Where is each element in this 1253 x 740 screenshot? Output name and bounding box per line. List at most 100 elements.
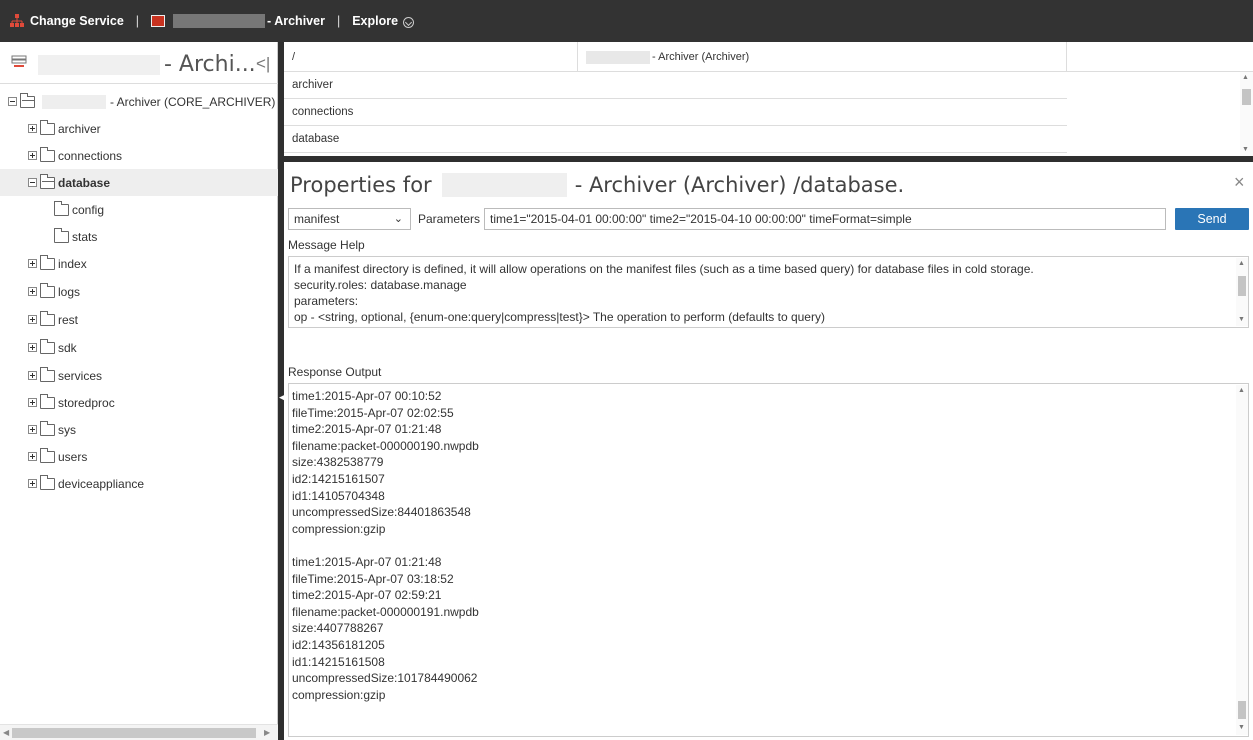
tree-item-services[interactable]: services <box>0 362 278 389</box>
expand-icon[interactable] <box>28 343 37 352</box>
chevron-down-icon[interactable]: ⌄ <box>394 212 403 225</box>
scrollbar-thumb[interactable] <box>1242 89 1251 105</box>
folder-icon <box>40 474 55 490</box>
tree-item-connections[interactable]: connections <box>0 142 278 169</box>
tree-item-users[interactable]: users <box>0 443 278 470</box>
change-service-button[interactable]: Change Service <box>30 14 124 28</box>
explore-menu[interactable]: Explore <box>352 14 398 28</box>
response-line: uncompressedSize:101784490062 <box>292 671 478 686</box>
tree-item-label: archiver <box>58 121 101 136</box>
response-output-box[interactable]: time1:2015-Apr-07 00:10:52 fileTime:2015… <box>288 383 1249 737</box>
tree-item-database[interactable]: database <box>0 169 278 196</box>
response-line: id1:14215161508 <box>292 654 385 669</box>
parameters-value: time1="2015-04-01 00:00:00" time2="2015-… <box>490 212 912 226</box>
tree-item-label: deviceappliance <box>58 476 145 491</box>
response-scrollbar[interactable]: ▲ ▼ <box>1236 385 1248 735</box>
folder-icon <box>40 447 55 463</box>
response-line: time2:2015-Apr-07 01:21:48 <box>292 422 442 437</box>
expand-icon[interactable] <box>28 315 37 324</box>
service-name[interactable]: - Archiver <box>267 14 325 28</box>
expand-icon[interactable] <box>28 398 37 407</box>
tree-item-label: services <box>58 368 103 383</box>
tree-root-label: - Archiver (CORE_ARCHIVER) <box>110 94 276 109</box>
node-list-panel: / - Archiver (Archiver) archiver connect… <box>284 42 1253 158</box>
response-line: filename:packet-000000190.nwpdb <box>292 438 479 453</box>
response-line: id2:14215161507 <box>292 471 385 486</box>
tree-item-archiver[interactable]: archiver <box>0 115 278 142</box>
archiver-service-icon <box>151 15 166 27</box>
tree-item-label: sdk <box>58 340 77 355</box>
node-item-database[interactable]: database <box>284 126 1067 153</box>
scrollbar-thumb[interactable] <box>1238 276 1246 296</box>
network-icon[interactable] <box>10 14 24 28</box>
scroll-up-icon[interactable]: ▲ <box>1238 387 1245 394</box>
server-icon <box>11 55 27 69</box>
tree-item-deviceappliance[interactable]: deviceappliance <box>0 470 278 497</box>
help-scrollbar[interactable]: ▲ ▼ <box>1236 258 1248 326</box>
parameters-input[interactable]: time1="2015-04-01 00:00:00" time2="2015-… <box>484 208 1166 230</box>
close-icon[interactable]: × <box>1234 172 1245 193</box>
tree-item-label: index <box>58 256 87 271</box>
message-select-value: manifest <box>294 212 340 226</box>
response-output-label: Response Output <box>288 365 382 379</box>
chevron-down-icon[interactable] <box>403 16 415 28</box>
message-help-box[interactable]: If a manifest directory is defined, it w… <box>288 256 1249 328</box>
expand-icon[interactable] <box>28 452 37 461</box>
tree-item-storedproc[interactable]: storedproc <box>0 389 278 416</box>
redacted-service-name <box>173 14 266 28</box>
tree-root[interactable]: - Archiver (CORE_ARCHIVER) <box>0 88 278 115</box>
scroll-down-icon[interactable]: ▼ <box>1242 146 1249 153</box>
folder-icon <box>54 227 69 243</box>
tree-item-index[interactable]: index <box>0 250 278 277</box>
scroll-left-icon[interactable]: ◀ <box>3 728 9 737</box>
message-select[interactable]: manifest ⌄ <box>288 208 411 230</box>
path-name-cell: - Archiver (Archiver) <box>578 42 1067 72</box>
expand-icon[interactable] <box>28 425 37 434</box>
expand-icon[interactable] <box>28 479 37 488</box>
folder-icon <box>40 119 55 135</box>
scroll-down-icon[interactable]: ▼ <box>1238 316 1245 323</box>
folder-icon <box>40 393 55 409</box>
expand-icon[interactable] <box>28 151 37 160</box>
tree-item-sdk[interactable]: sdk <box>0 334 278 361</box>
tree-item-logs[interactable]: logs <box>0 278 278 305</box>
response-line: time1:2015-Apr-07 00:10:52 <box>292 389 442 403</box>
tree-item-sys[interactable]: sys <box>0 416 278 443</box>
redacted-path-name <box>586 50 650 64</box>
tree-item-label: database <box>58 175 111 190</box>
title-prefix: Properties for <box>290 173 432 197</box>
collapse-icon[interactable] <box>28 178 37 187</box>
path-name-text: - Archiver (Archiver) <box>652 51 750 63</box>
node-list-scrollbar[interactable]: ▲ ▼ <box>1240 72 1253 156</box>
folder-icon <box>40 366 55 382</box>
node-item-connections[interactable]: connections <box>284 99 1067 126</box>
expand-icon[interactable] <box>28 287 37 296</box>
scroll-up-icon[interactable]: ▲ <box>1238 260 1245 267</box>
expand-icon[interactable] <box>28 259 37 268</box>
redacted-device-name <box>441 173 567 197</box>
path-text: / <box>292 51 296 63</box>
scroll-up-icon[interactable]: ▲ <box>1242 74 1253 81</box>
response-line: uncompressedSize:84401863548 <box>292 505 471 520</box>
tree-item-config[interactable]: config <box>0 196 278 223</box>
scroll-down-icon[interactable]: ▼ <box>1238 724 1245 731</box>
response-line: time2:2015-Apr-07 02:59:21 <box>292 588 442 603</box>
properties-panel: Properties for - Archiver (Archiver) /da… <box>284 162 1253 740</box>
scrollbar-thumb[interactable] <box>12 728 256 738</box>
expand-icon[interactable] <box>28 371 37 380</box>
scrollbar-thumb[interactable] <box>1238 701 1246 719</box>
node-item-label: database <box>292 133 340 145</box>
horizontal-scrollbar[interactable]: ◀ ▶ <box>0 724 278 740</box>
collapse-icon[interactable] <box>8 97 17 106</box>
tree-item-stats[interactable]: stats <box>0 223 278 250</box>
tree-item-rest[interactable]: rest <box>0 306 278 333</box>
node-item-label: archiver <box>292 79 333 91</box>
scroll-right-icon[interactable]: ▶ <box>264 728 270 737</box>
tree-item-label: users <box>58 449 88 464</box>
node-item-archiver[interactable]: archiver <box>284 72 1067 99</box>
parameters-label: Parameters <box>418 212 481 226</box>
expand-icon[interactable] <box>28 124 37 133</box>
send-button[interactable]: Send <box>1175 208 1249 230</box>
collapse-panel-icon[interactable]: <| <box>256 54 270 74</box>
redacted-host <box>38 55 160 75</box>
